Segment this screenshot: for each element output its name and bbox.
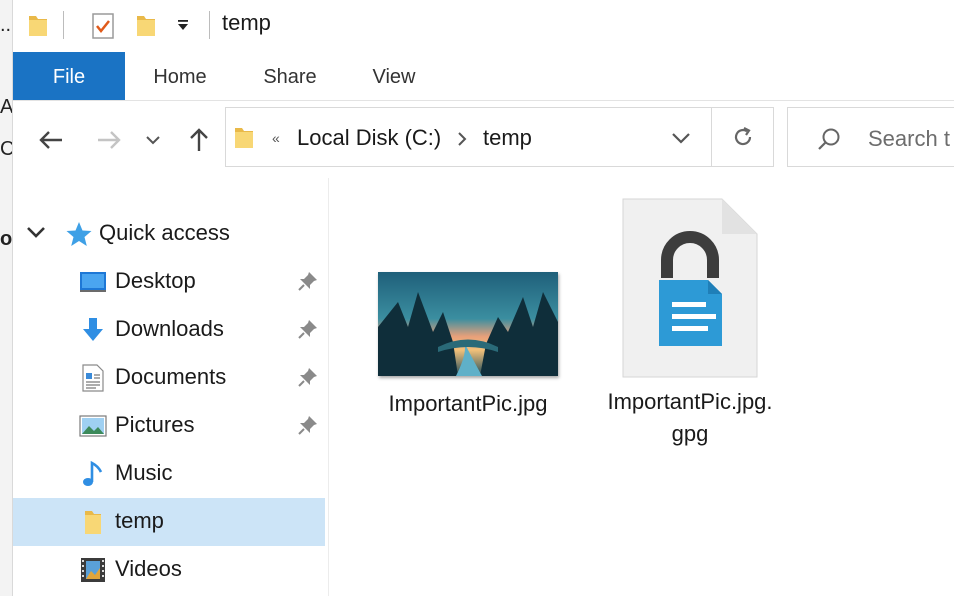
videos-icon — [81, 558, 105, 582]
sidebar-item-music[interactable]: Music — [13, 450, 325, 498]
separator — [63, 11, 64, 39]
downloads-icon — [83, 318, 103, 341]
file-name: ImportantPic.jpg — [388, 391, 548, 416]
sidebar-item-label: temp — [115, 508, 164, 533]
tab-share[interactable]: Share — [253, 52, 327, 100]
desktop-icon — [80, 272, 106, 292]
behind-text: .. — [0, 14, 12, 36]
behind-text: Ce — [0, 138, 12, 161]
forward-button[interactable] — [91, 120, 127, 160]
breadcrumb-overflow[interactable]: « — [272, 130, 280, 146]
behind-text: A — [0, 96, 13, 118]
search-box[interactable]: Search t — [787, 107, 954, 167]
search-icon — [818, 128, 840, 150]
navigation-pane: Quick access Desktop Downloads Documents… — [13, 178, 329, 596]
search-placeholder: Search t — [868, 126, 950, 151]
tab-home[interactable]: Home — [143, 52, 217, 100]
file-name-line2: gpg — [671, 421, 709, 446]
arrow-up-icon — [190, 128, 208, 151]
sidebar-item-label: Music — [115, 460, 173, 485]
chevron-down-icon[interactable] — [672, 132, 690, 144]
file-item-importantpic-jpg[interactable]: ImportantPic.jpg — [363, 272, 573, 420]
documents-icon — [82, 364, 104, 392]
pictures-icon — [79, 415, 107, 437]
sidebar-item-label: Documents — [115, 364, 227, 389]
quick-access-label: Quick access — [99, 220, 230, 245]
sidebar-item-videos[interactable]: Videos — [13, 546, 325, 594]
quick-access-node[interactable]: Quick access — [13, 210, 325, 258]
sidebar-item-label: Pictures — [115, 412, 195, 437]
sidebar-item-label: Desktop — [115, 268, 196, 293]
background-window-edge: .. A Ce o — [0, 0, 13, 596]
up-button[interactable] — [181, 120, 217, 160]
image-thumbnail — [378, 272, 558, 376]
recent-locations-button[interactable] — [139, 120, 167, 160]
tab-file[interactable]: File — [13, 52, 125, 100]
address-bar[interactable]: « Local Disk (C:) temp — [225, 107, 774, 167]
breadcrumb-local-disk[interactable]: Local Disk (C:) — [297, 125, 441, 151]
chevron-right-icon[interactable] — [457, 132, 467, 146]
new-folder-icon[interactable] — [135, 12, 157, 38]
folder-icon — [235, 128, 253, 148]
customize-qat-dropdown-icon[interactable] — [175, 18, 191, 32]
sidebar-item-label: Videos — [115, 556, 182, 581]
ribbon-tabs: File Home Share View — [13, 52, 954, 101]
pin-icon[interactable] — [297, 270, 319, 292]
back-button[interactable] — [33, 120, 69, 160]
sidebar-item-downloads[interactable]: Downloads — [13, 306, 325, 354]
star-icon — [66, 222, 92, 246]
pin-icon[interactable] — [297, 366, 319, 388]
file-explorer-window: temp File Home Share View « Local Disk (… — [13, 0, 954, 596]
music-icon — [83, 460, 103, 486]
properties-icon[interactable] — [91, 12, 115, 40]
refresh-icon — [734, 127, 752, 146]
chevron-down-icon[interactable] — [27, 226, 45, 238]
sidebar-item-desktop[interactable]: Desktop — [13, 258, 325, 306]
chevron-down-icon — [146, 136, 160, 145]
file-name-line1: ImportantPic.jpg. — [607, 389, 773, 414]
sidebar-item-label: Downloads — [115, 316, 224, 341]
tab-view[interactable]: View — [363, 52, 425, 100]
sidebar-item-pictures[interactable]: Pictures — [13, 402, 325, 450]
title-bar: temp — [13, 0, 954, 52]
refresh-button[interactable] — [711, 107, 774, 167]
file-item-importantpic-jpg-gpg[interactable]: ImportantPic.jpg. gpg — [593, 198, 787, 450]
folder-icon — [85, 511, 101, 534]
sidebar-item-temp[interactable]: temp — [13, 498, 325, 546]
behind-text: o — [0, 228, 13, 250]
encrypted-file-icon — [622, 198, 758, 378]
sidebar-item-documents[interactable]: Documents — [13, 354, 325, 402]
separator — [209, 11, 210, 39]
arrow-right-icon — [98, 131, 121, 149]
window-title: temp — [222, 10, 271, 35]
pin-icon[interactable] — [297, 414, 319, 436]
arrow-left-icon — [39, 131, 62, 149]
pin-icon[interactable] — [297, 318, 319, 340]
breadcrumb-temp[interactable]: temp — [483, 125, 532, 151]
folder-icon — [29, 16, 47, 36]
